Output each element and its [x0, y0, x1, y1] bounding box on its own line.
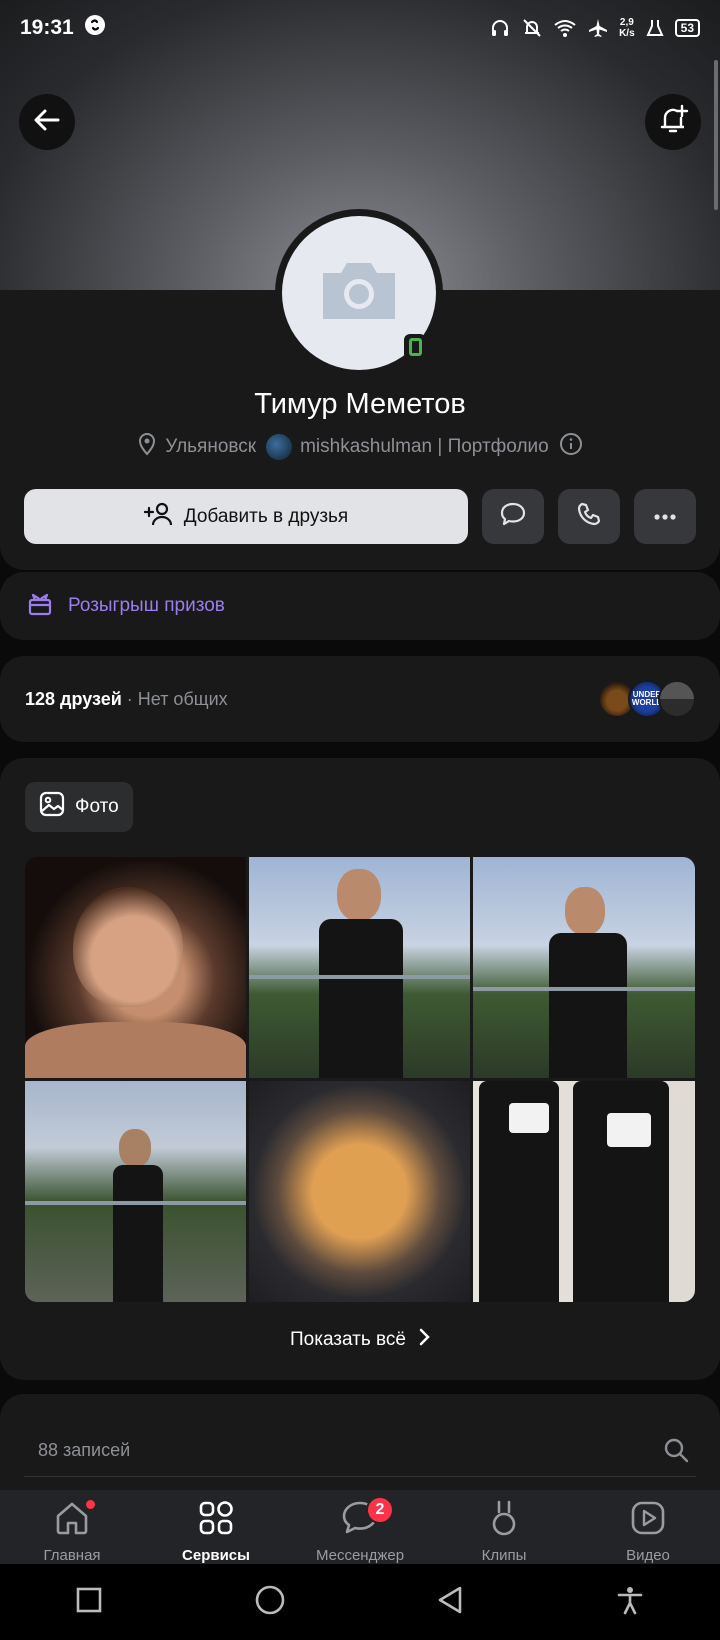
video-play-icon [628, 1498, 668, 1543]
flask-icon [645, 18, 665, 38]
user-plus-icon [143, 501, 174, 533]
unread-dot [86, 1500, 95, 1509]
friend-avatar [658, 680, 696, 718]
tab-label: Мессенджер [315, 1547, 405, 1564]
friend-avatars: UNDER WORLD [598, 680, 696, 718]
bottom-tab-bar: Главная Сервисы 2 Мессенджер Клипы Видео [0, 1490, 720, 1564]
system-navigation-bar [0, 1564, 720, 1640]
bell-off-icon [521, 17, 543, 39]
wifi-icon [553, 18, 577, 38]
scrollbar[interactable] [714, 60, 718, 210]
photo-thumbnail[interactable] [249, 857, 470, 1078]
more-horizontal-icon [653, 508, 677, 526]
status-time: 19:31 [20, 16, 74, 39]
phone-icon [576, 501, 602, 532]
photo-thumbnail[interactable] [25, 857, 246, 1078]
headphones-icon [489, 17, 511, 39]
photo-thumbnail[interactable] [25, 1081, 246, 1302]
clips-icon [484, 1498, 524, 1543]
net-speed-unit: K/s [619, 28, 635, 39]
info-icon[interactable] [559, 432, 583, 462]
message-bubble-icon [499, 501, 527, 532]
net-speed-value: 2,9 [619, 17, 634, 28]
more-button[interactable] [634, 489, 696, 544]
tab-label: Клипы [481, 1547, 527, 1564]
subscribe-notifications-button[interactable] [645, 94, 701, 150]
recents-square-icon[interactable] [75, 1586, 103, 1619]
photos-tab-label: Фото [75, 796, 119, 817]
unread-badge: 2 [366, 1496, 394, 1524]
image-icon [39, 791, 65, 823]
location-pin-icon [137, 432, 157, 462]
back-triangle-icon[interactable] [436, 1585, 464, 1620]
friends-summary: 128 друзей · Нет общих [25, 689, 228, 710]
city-label: Ульяновск [165, 436, 257, 457]
tab-video[interactable]: Видео [576, 1498, 720, 1564]
airplane-icon [587, 17, 609, 39]
arrow-left-icon [32, 105, 62, 140]
call-button[interactable] [558, 489, 620, 544]
message-button[interactable] [482, 489, 544, 544]
tab-label: Видео [626, 1547, 670, 1564]
services-grid-icon [196, 1498, 236, 1543]
profile-name: Тимур Меметов [254, 388, 466, 420]
community-link[interactable]: mishkashulman | Портфолио [266, 434, 549, 460]
photo-thumbnail[interactable] [473, 1081, 695, 1302]
friends-card[interactable]: 128 друзей · Нет общих UNDER WORLD [0, 656, 720, 742]
chevron-right-icon [418, 1328, 430, 1352]
tab-label: Главная [43, 1547, 101, 1564]
posts-count: 88 записей [38, 1440, 131, 1460]
prize-draw-label: Розыгрыш призов [68, 595, 225, 616]
search-icon [662, 1438, 690, 1468]
photo-thumbnail[interactable] [473, 857, 695, 1078]
network-speed: 2,9 K/s [619, 17, 635, 39]
profile-actions: Добавить в друзья [24, 489, 696, 544]
status-bar: 19:31 2,9 K/s 53 [0, 0, 720, 56]
community-label: mishkashulman | Портфолио [300, 436, 549, 457]
friends-common: · Нет общих [121, 688, 228, 709]
friends-count: 128 друзей [25, 688, 122, 709]
show-all-photos-button[interactable]: Показать всё [0, 1328, 720, 1352]
photos-card: Фото Показать всё [0, 758, 720, 1380]
accessibility-icon[interactable] [615, 1585, 645, 1620]
tab-label: Сервисы [182, 1547, 250, 1564]
photo-grid [25, 857, 695, 1302]
show-all-label: Показать всё [290, 1329, 406, 1350]
tab-home[interactable]: Главная [0, 1498, 144, 1564]
home-circle-icon[interactable] [254, 1584, 286, 1621]
bell-plus-icon [656, 103, 690, 142]
posts-search-button[interactable] [662, 1436, 690, 1469]
community-avatar [266, 434, 293, 460]
tab-messenger[interactable]: 2 Мессенджер [288, 1496, 432, 1564]
city-info[interactable]: Ульяновск [137, 432, 256, 462]
add-friend-label: Добавить в друзья [183, 505, 349, 527]
divider [24, 1476, 696, 1477]
battery-indicator: 53 [674, 19, 700, 37]
shazam-icon [84, 14, 106, 42]
online-mobile-indicator [404, 334, 426, 360]
profile-meta: Ульяновск mishkashulman | Портфолио [0, 432, 720, 462]
gift-icon [26, 589, 54, 623]
photo-thumbnail[interactable] [249, 1081, 470, 1302]
photos-tab[interactable]: Фото [25, 782, 133, 832]
add-friend-button[interactable]: Добавить в друзья [24, 489, 468, 544]
prize-draw-card[interactable]: Розыгрыш призов [0, 572, 720, 640]
back-button[interactable] [19, 94, 75, 150]
tab-services[interactable]: Сервисы [144, 1498, 288, 1564]
tab-clips[interactable]: Клипы [432, 1498, 576, 1564]
camera-icon [317, 259, 401, 328]
